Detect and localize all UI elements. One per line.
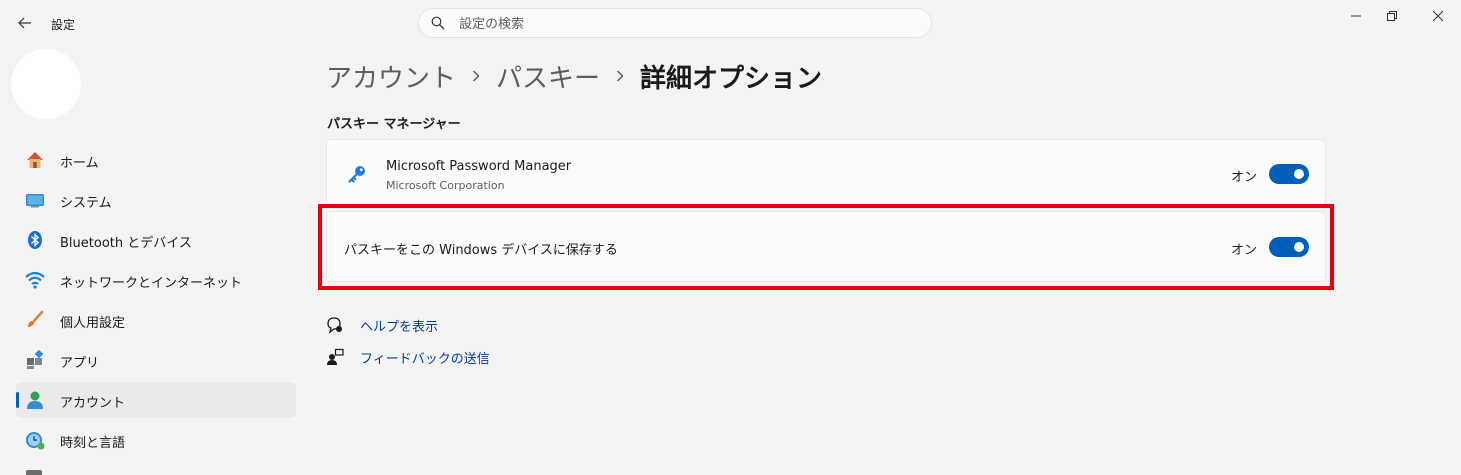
search-input[interactable] xyxy=(457,13,921,35)
sidebar-item-personalization[interactable]: 個人用設定 xyxy=(16,302,296,338)
sidebar-item-network[interactable]: ネットワークとインターネット xyxy=(16,262,296,298)
search-icon xyxy=(431,16,445,30)
password-manager-title: Microsoft Password Manager xyxy=(386,159,572,174)
sidebar-next-item-icon xyxy=(26,470,42,475)
toggle-state-label: オン xyxy=(1230,243,1257,258)
app-title: 設定 xyxy=(51,18,76,32)
save-passkeys-card: パスキーをこの Windows デバイスに保存する オン xyxy=(326,211,1326,282)
sidebar-item-system[interactable]: システム xyxy=(16,182,296,218)
feedback-link[interactable]: フィードバックの送信 xyxy=(360,348,490,367)
sidebar-item-label: アカウント xyxy=(60,396,126,411)
key-icon xyxy=(348,166,365,183)
close-button[interactable] xyxy=(1415,0,1461,32)
section-title: パスキー マネージャー xyxy=(327,117,461,132)
password-manager-card: Microsoft Password Manager Microsoft Cor… xyxy=(326,139,1326,208)
bluetooth-icon xyxy=(25,230,45,250)
chevron-right-icon xyxy=(616,70,624,82)
system-icon xyxy=(25,190,45,210)
user-avatar[interactable] xyxy=(11,49,81,119)
restore-icon xyxy=(1387,11,1397,21)
sidebar-item-label: アプリ xyxy=(60,356,100,371)
sidebar-item-label: システム xyxy=(60,196,112,211)
minimize-icon xyxy=(1351,15,1361,17)
close-icon xyxy=(1433,11,1443,21)
save-passkeys-toggle[interactable] xyxy=(1269,237,1309,257)
help-icon xyxy=(326,316,344,334)
restore-button[interactable] xyxy=(1369,0,1415,32)
sidebar-item-time-language[interactable]: 時刻と言語 xyxy=(16,422,296,458)
toggle-knob xyxy=(1294,169,1304,179)
password-manager-publisher: Microsoft Corporation xyxy=(386,179,505,192)
save-passkeys-label: パスキーをこの Windows デバイスに保存する xyxy=(344,243,618,258)
sidebar-item-label: ホーム xyxy=(60,156,99,171)
sidebar-item-accounts[interactable]: アカウント xyxy=(16,382,296,418)
sidebar-item-label: 時刻と言語 xyxy=(60,436,126,451)
breadcrumb: アカウント パスキー 詳細オプション xyxy=(326,56,822,96)
sidebar-item-apps[interactable]: アプリ xyxy=(16,342,296,378)
search-box[interactable] xyxy=(418,8,932,38)
personalization-icon xyxy=(25,310,45,330)
home-icon xyxy=(25,150,45,170)
help-link-row: ヘルプを表示 xyxy=(326,314,438,336)
back-arrow-icon xyxy=(18,17,31,29)
apps-icon xyxy=(25,350,45,370)
sidebar-nav: ホーム システム Bluetooth とデバイス ネットワークとインターネット … xyxy=(16,142,296,462)
sidebar-item-label: ネットワークとインターネット xyxy=(60,276,243,291)
feedback-icon xyxy=(326,348,344,366)
feedback-link-row: フィードバックの送信 xyxy=(326,346,490,368)
sidebar-item-bluetooth[interactable]: Bluetooth とデバイス xyxy=(16,222,296,258)
time-language-icon xyxy=(25,430,45,450)
help-link[interactable]: ヘルプを表示 xyxy=(360,316,438,335)
network-icon xyxy=(25,270,45,290)
accounts-icon xyxy=(25,390,45,410)
page-title: 詳細オプション xyxy=(640,63,823,94)
title-bar: 設定 xyxy=(0,0,1461,48)
sidebar-item-label: 個人用設定 xyxy=(60,316,126,331)
toggle-knob xyxy=(1294,242,1304,252)
breadcrumb-passkeys[interactable]: パスキー xyxy=(496,58,600,95)
password-manager-toggle[interactable] xyxy=(1269,164,1309,184)
sidebar-item-home[interactable]: ホーム xyxy=(16,142,296,178)
chevron-right-icon xyxy=(472,70,480,82)
toggle-state-label: オン xyxy=(1230,170,1257,185)
breadcrumb-accounts[interactable]: アカウント xyxy=(326,58,456,95)
back-button[interactable] xyxy=(12,10,38,36)
sidebar-item-label: Bluetooth とデバイス xyxy=(60,236,192,251)
